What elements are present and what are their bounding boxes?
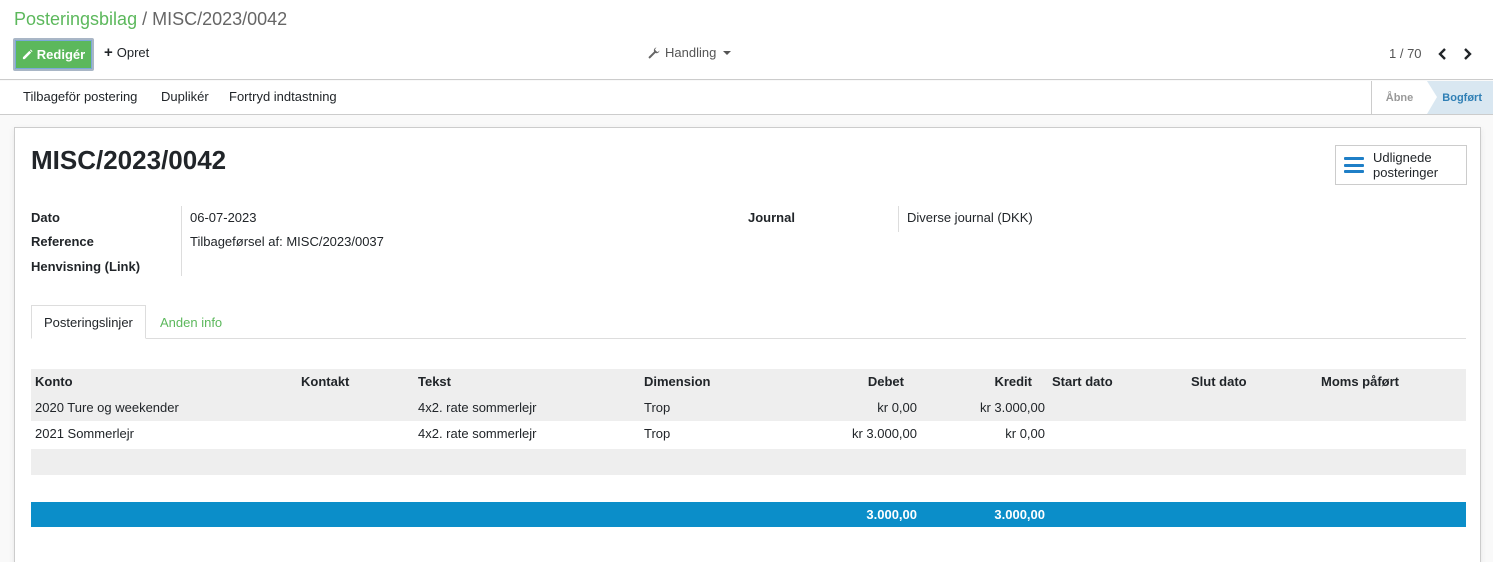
total-debit: 3.000,00 bbox=[866, 507, 917, 522]
reconciled-entries-button[interactable]: Udlignede posteringer bbox=[1335, 145, 1467, 185]
duplicate-button[interactable]: Duplikér bbox=[161, 89, 209, 104]
tab-journal-items[interactable]: Posteringslinjer bbox=[31, 305, 146, 339]
breadcrumb-parent-link[interactable]: Posteringsbilag bbox=[14, 9, 137, 29]
col-account[interactable]: Konto bbox=[35, 369, 73, 395]
plus-icon: + bbox=[104, 44, 113, 61]
chevron-right-icon[interactable] bbox=[1460, 47, 1474, 61]
col-start-date[interactable]: Start dato bbox=[1052, 369, 1113, 395]
notebook-tabs: Posteringslinjer Anden info bbox=[31, 305, 1466, 339]
table-totals-row: 3.000,00 3.000,00 bbox=[31, 502, 1466, 527]
journal-label: Journal bbox=[748, 210, 795, 225]
pager: 1 / 70 bbox=[1389, 46, 1484, 61]
link-label: Henvisning (Link) bbox=[31, 259, 141, 274]
action-dropdown[interactable]: Handling bbox=[648, 45, 732, 60]
control-panel: Posteringsbilag / MISC/2023/0042 Redigér +… bbox=[0, 0, 1493, 80]
breadcrumb-separator: / bbox=[142, 9, 148, 29]
journal-value: Diverse journal (DKK) bbox=[907, 210, 1033, 225]
col-credit[interactable]: Kredit bbox=[932, 369, 1032, 395]
edit-button-label: Redigér bbox=[36, 47, 86, 62]
cell-debit: kr 0,00 bbox=[877, 400, 917, 415]
cell-debit: kr 3.000,00 bbox=[851, 426, 917, 441]
table-empty-row[interactable] bbox=[31, 449, 1466, 475]
table-row[interactable]: 2020 Ture og weekender 4x2. rate sommerl… bbox=[31, 395, 1466, 421]
chevron-left-icon[interactable] bbox=[1436, 47, 1450, 61]
table-row[interactable]: 2021 Sommerlejr 4x2. rate sommerlejr Tro… bbox=[31, 421, 1466, 447]
cell-dimension: Trop bbox=[644, 400, 671, 415]
reference-label: Reference bbox=[31, 234, 94, 249]
create-button-label: Opret bbox=[116, 45, 150, 60]
table-header: Konto Kontakt Tekst Dimension Debet Kred… bbox=[31, 369, 1466, 395]
field-divider bbox=[181, 206, 182, 276]
date-value: 06-07-2023 bbox=[190, 210, 257, 225]
reconciled-entries-label: Udlignede posteringer bbox=[1373, 150, 1439, 180]
record-title: MISC/2023/0042 bbox=[31, 145, 227, 175]
date-label: Dato bbox=[31, 210, 60, 225]
cell-credit: kr 3.000,00 bbox=[979, 400, 1045, 415]
cell-dimension: Trop bbox=[644, 426, 671, 441]
reference-value: Tilbageførsel af: MISC/2023/0037 bbox=[190, 234, 384, 249]
create-button[interactable]: + Opret bbox=[104, 45, 149, 60]
stage-open[interactable]: Åbne bbox=[1371, 81, 1437, 114]
col-label[interactable]: Tekst bbox=[418, 369, 451, 395]
reverse-entry-button[interactable]: Tilbageför postering bbox=[23, 89, 137, 104]
cell-label: 4x2. rate sommerlejr bbox=[418, 426, 537, 441]
breadcrumb-current: MISC/2023/0042 bbox=[152, 9, 288, 29]
edit-button[interactable]: Redigér bbox=[13, 38, 94, 71]
list-icon bbox=[1344, 157, 1364, 173]
col-end-date[interactable]: Slut dato bbox=[1191, 369, 1247, 395]
cell-account: 2020 Ture og weekender bbox=[35, 400, 179, 415]
total-credit: 3.000,00 bbox=[994, 507, 1045, 522]
col-dimension[interactable]: Dimension bbox=[644, 369, 710, 395]
tab-other-info[interactable]: Anden info bbox=[148, 305, 234, 339]
statusbar: Tilbageför postering Duplikér Fortryd in… bbox=[0, 81, 1493, 115]
action-dropdown-label: Handling bbox=[665, 45, 717, 60]
pager-value[interactable]: 1 / 70 bbox=[1389, 46, 1422, 61]
col-debit[interactable]: Debet bbox=[804, 369, 904, 395]
cell-account: 2021 Sommerlejr bbox=[35, 426, 134, 441]
col-tax-applied[interactable]: Moms påført bbox=[1321, 369, 1399, 395]
caret-down-icon bbox=[723, 51, 732, 55]
wrench-icon bbox=[648, 47, 660, 58]
journal-divider bbox=[898, 206, 899, 232]
status-stages: Åbne Bogført bbox=[1371, 81, 1493, 114]
journal-items-table: Konto Kontakt Tekst Dimension Debet Kred… bbox=[31, 369, 1466, 447]
undo-entry-button[interactable]: Fortryd indtastning bbox=[229, 89, 337, 104]
pencil-icon bbox=[22, 49, 33, 60]
cell-credit: kr 0,00 bbox=[1005, 426, 1045, 441]
col-partner[interactable]: Kontakt bbox=[301, 369, 349, 395]
breadcrumb: Posteringsbilag / MISC/2023/0042 bbox=[14, 9, 287, 30]
cell-label: 4x2. rate sommerlejr bbox=[418, 400, 537, 415]
form-sheet: MISC/2023/0042 Udlignede posteringer Dat… bbox=[14, 127, 1481, 562]
